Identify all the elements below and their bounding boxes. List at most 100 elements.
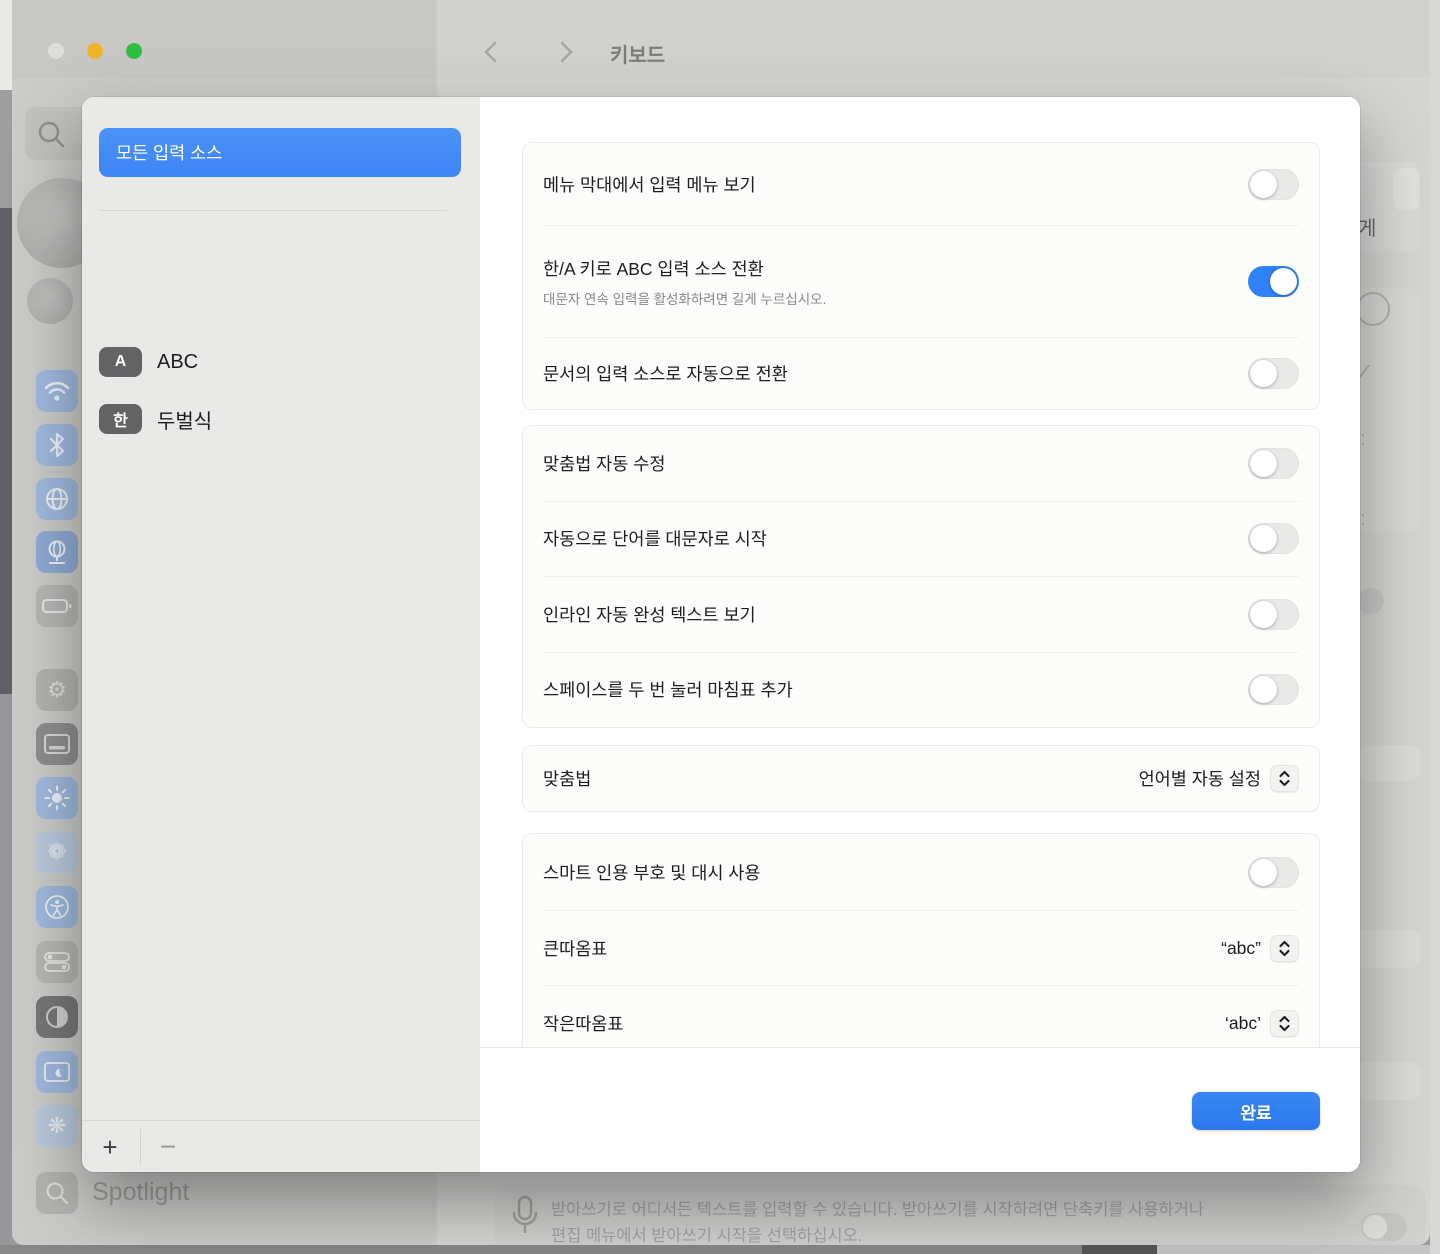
input-sources-sidebar: 모든 입력 소스 A ABC 한 두벌식 + − xyxy=(82,97,480,1172)
desktop-edge-right xyxy=(1430,0,1440,1254)
background-text-fragment: : xyxy=(1360,508,1366,531)
wallpaper-icon: ❁ xyxy=(36,831,78,873)
chevron-up-down-icon xyxy=(1270,1010,1299,1037)
input-menu-group: 메뉴 막대에서 입력 메뉴 보기 한/A 키로 ABC 입력 소스 전환 대문자… xyxy=(522,142,1320,410)
inline-predictions-toggle[interactable] xyxy=(1248,599,1299,630)
background-circle-fragment xyxy=(1358,588,1384,614)
setting-row: 자동으로 단어를 대문자로 시작 xyxy=(523,502,1319,577)
chevron-up-down-icon xyxy=(1270,765,1299,792)
setting-row: 맞춤법 언어별 자동 설정 xyxy=(523,746,1319,811)
setting-label: 스페이스를 두 번 눌러 마침표 추가 xyxy=(543,677,793,702)
titlebar-sidebar-section xyxy=(12,0,437,78)
input-sources-content: 메뉴 막대에서 입력 메뉴 보기 한/A 키로 ABC 입력 소스 전환 대문자… xyxy=(480,97,1360,1172)
siri-icon: ❋ xyxy=(36,1105,78,1147)
single-quote-popup-button[interactable]: ‘abc’ xyxy=(1225,1010,1299,1037)
input-source-label: ABC xyxy=(157,351,198,374)
popup-value: ‘abc’ xyxy=(1225,1013,1261,1034)
setting-label: 스마트 인용 부호 및 대시 사용 xyxy=(543,860,761,885)
vpn-globe-icon xyxy=(36,531,78,573)
microphone-icon xyxy=(511,1195,539,1243)
page-title: 키보드 xyxy=(610,39,665,68)
remove-input-source-button[interactable]: − xyxy=(148,1127,188,1167)
family-avatar xyxy=(27,278,73,324)
smart-quotes-group: 스마트 인용 부호 및 대시 사용 큰따옴표 “abc” xyxy=(522,833,1320,1047)
setting-label: 한/A 키로 ABC 입력 소스 전환 xyxy=(543,256,826,281)
popup-value: 언어별 자동 설정 xyxy=(1139,766,1261,791)
double-space-period-toggle[interactable] xyxy=(1248,674,1299,705)
setting-row: 문서의 입력 소스로 자동으로 전환 xyxy=(523,338,1319,409)
background-circle-fragment xyxy=(1356,292,1390,326)
sidebar-divider xyxy=(99,210,447,211)
setting-subtitle: 대문자 연속 입력을 활성화하려면 길게 누르십시오. xyxy=(543,288,826,308)
zoom-button[interactable] xyxy=(126,43,142,59)
input-source-badge-abc: A xyxy=(99,347,142,377)
sidebar-item-spotlight: Spotlight xyxy=(92,1178,189,1207)
setting-row: 스페이스를 두 번 눌러 마침표 추가 xyxy=(523,653,1319,728)
input-source-badge-han: 한 xyxy=(99,404,142,434)
auto-switch-document-toggle[interactable] xyxy=(1248,358,1299,389)
autocorrect-toggle[interactable] xyxy=(1248,448,1299,479)
lock-screen-icon xyxy=(36,1051,78,1093)
setting-row: 스마트 인용 부호 및 대시 사용 xyxy=(523,834,1319,910)
setting-label: 문서의 입력 소스로 자동으로 전환 xyxy=(543,361,788,386)
setting-row: 큰따옴표 “abc” xyxy=(523,911,1319,985)
background-text-fragment: : xyxy=(1360,428,1366,451)
bluetooth-icon xyxy=(36,424,78,466)
desktop-edge-bottom xyxy=(0,1245,1440,1254)
setting-row: 맞춤법 자동 수정 xyxy=(523,426,1319,501)
forward-chevron-icon xyxy=(556,40,576,64)
sidebar-item-abc[interactable]: A ABC xyxy=(99,341,461,383)
auto-capitalize-toggle[interactable] xyxy=(1248,523,1299,554)
setting-label: 인라인 자동 완성 텍스트 보기 xyxy=(543,602,756,627)
show-input-menu-toggle[interactable] xyxy=(1248,169,1299,200)
settings-scroll-area[interactable]: 메뉴 막대에서 입력 메뉴 보기 한/A 키로 ABC 입력 소스 전환 대문자… xyxy=(480,97,1360,1047)
titlebar-content-section xyxy=(437,0,1430,78)
popup-value: “abc” xyxy=(1221,938,1261,959)
sheet-footer: 완료 xyxy=(480,1047,1360,1172)
setting-row: 작은따옴표 ‘abc’ xyxy=(523,986,1319,1047)
sidebar-item-label: 모든 입력 소스 xyxy=(116,140,222,165)
desktop-edge-left xyxy=(0,0,12,1254)
battery-icon xyxy=(36,585,78,627)
done-button[interactable]: 완료 xyxy=(1192,1092,1320,1130)
double-quote-popup-button[interactable]: “abc” xyxy=(1221,935,1299,962)
setting-label: 메뉴 막대에서 입력 메뉴 보기 xyxy=(543,172,756,197)
network-icon xyxy=(36,478,78,520)
control-center-icon xyxy=(36,941,78,983)
caps-lock-switch-toggle[interactable] xyxy=(1248,266,1299,297)
screen: 키보드 ⚙ ❁ xyxy=(0,0,1440,1254)
wifi-icon xyxy=(36,370,78,412)
setting-row: 한/A 키로 ABC 입력 소스 전환 대문자 연속 입력을 활성화하려면 길게… xyxy=(523,226,1319,337)
text-input-group: 맞춤법 자동 수정 자동으로 단어를 대문자로 시작 인라인 자동 완성 텍스트… xyxy=(522,425,1320,728)
back-chevron-icon xyxy=(481,40,501,64)
input-sources-sheet: 모든 입력 소스 A ABC 한 두벌식 + − xyxy=(82,97,1360,1172)
search-icon xyxy=(36,119,66,149)
appearance-contrast-icon xyxy=(36,996,78,1038)
setting-label: 맞춤법 자동 수정 xyxy=(543,451,665,476)
toolbar-divider xyxy=(140,1129,141,1165)
setting-label: 맞춤법 xyxy=(543,766,591,791)
input-source-label: 두벌식 xyxy=(157,405,212,434)
dictation-section: 받아쓰기로 어디서든 텍스트를 입력할 수 있습니다. 받아쓰기를 시작하려면 … xyxy=(495,1185,1425,1245)
background-control-fragment xyxy=(1393,168,1419,210)
close-button xyxy=(48,43,64,59)
sidebar-item-all-input-sources[interactable]: 모든 입력 소스 xyxy=(99,128,461,177)
setting-row: 메뉴 막대에서 입력 메뉴 보기 xyxy=(523,143,1319,225)
dictation-toggle xyxy=(1361,1213,1407,1241)
sidebar-item-dubeolsik[interactable]: 한 두벌식 xyxy=(99,398,461,440)
smart-quotes-toggle[interactable] xyxy=(1248,857,1299,888)
spelling-group: 맞춤법 언어별 자동 설정 xyxy=(522,745,1320,812)
dictation-description: 받아쓰기로 어디서든 텍스트를 입력할 수 있습니다. 받아쓰기를 시작하려면 … xyxy=(551,1197,1341,1245)
sidebar-toolbar: + − xyxy=(82,1120,480,1172)
add-input-source-button[interactable]: + xyxy=(90,1127,130,1167)
desktop-dock-icon xyxy=(36,723,78,765)
background-text-fragment: 게 xyxy=(1358,212,1376,241)
chevron-up-down-icon xyxy=(1270,935,1299,962)
spotlight-icon xyxy=(36,1172,78,1214)
setting-label: 큰따옴표 xyxy=(543,936,607,961)
minimize-button[interactable] xyxy=(87,43,103,59)
setting-label: 자동으로 단어를 대문자로 시작 xyxy=(543,526,767,551)
displays-sun-icon xyxy=(36,777,78,819)
spelling-popup-button[interactable]: 언어별 자동 설정 xyxy=(1139,765,1299,792)
general-gear-icon: ⚙ xyxy=(36,669,78,711)
